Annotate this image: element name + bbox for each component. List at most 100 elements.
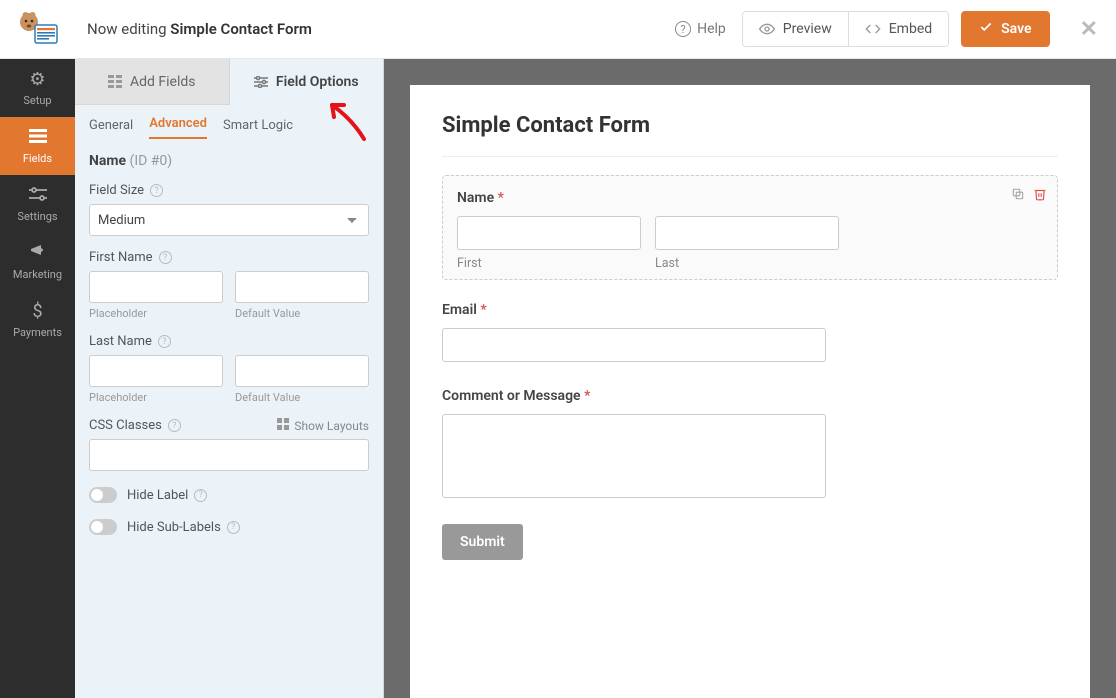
sublabel-placeholder: Placeholder bbox=[89, 307, 223, 320]
left-nav: ⚙ Setup Fields Settings Marketing $ Paym… bbox=[0, 59, 75, 698]
hide-label-row: Hide Label ? bbox=[89, 487, 369, 503]
layouts-icon bbox=[277, 418, 289, 433]
label-field-size-text: Field Size bbox=[89, 183, 144, 198]
help-icon[interactable]: ? bbox=[168, 419, 181, 432]
field-header-name: Name bbox=[89, 153, 126, 169]
code-icon bbox=[865, 21, 881, 37]
hide-sublabels-row: Hide Sub-Labels ? bbox=[89, 519, 369, 535]
show-layouts-link[interactable]: Show Layouts bbox=[277, 418, 369, 433]
nav-setup[interactable]: ⚙ Setup bbox=[0, 59, 75, 117]
submit-button[interactable]: Submit bbox=[442, 524, 523, 560]
label-first-name: First Name ? bbox=[89, 250, 369, 265]
help-icon[interactable]: ? bbox=[159, 251, 172, 264]
last-name-default-input[interactable] bbox=[235, 355, 369, 387]
comment-field-label: Comment or Message * bbox=[442, 388, 1058, 404]
form-title: Simple Contact Form bbox=[442, 113, 1058, 157]
comment-preview-textarea[interactable] bbox=[442, 414, 826, 498]
first-name-placeholder-input[interactable] bbox=[89, 271, 223, 303]
label-css-classes: CSS Classes ? bbox=[89, 418, 181, 433]
last-sublabel: Last bbox=[655, 256, 839, 271]
save-button[interactable]: Save bbox=[961, 11, 1049, 47]
gear-icon: ⚙ bbox=[29, 69, 45, 90]
check-icon bbox=[979, 20, 993, 38]
save-label: Save bbox=[1001, 21, 1031, 37]
last-name-preview-input[interactable] bbox=[655, 216, 839, 250]
subtab-general[interactable]: General bbox=[89, 118, 133, 139]
field-size-select[interactable]: Medium bbox=[89, 204, 369, 236]
first-sublabel: First bbox=[457, 256, 641, 271]
label-field-size: Field Size ? bbox=[89, 183, 369, 198]
preview-button[interactable]: Preview bbox=[743, 12, 848, 46]
top-bar: Now editing Simple Contact Form ? Help P… bbox=[0, 0, 1116, 59]
sublabel-default: Default Value bbox=[235, 307, 369, 320]
email-field-label: Email * bbox=[442, 302, 1058, 318]
last-name-pair: Placeholder Default Value bbox=[89, 355, 369, 404]
show-layouts-label: Show Layouts bbox=[294, 419, 369, 433]
dollar-icon: $ bbox=[32, 301, 42, 322]
nav-marketing-label: Marketing bbox=[13, 268, 62, 281]
field-header: Name (ID #0) bbox=[89, 153, 369, 169]
list-icon bbox=[29, 127, 47, 148]
label-last-name-text: Last Name bbox=[89, 334, 152, 349]
help-icon[interactable]: ? bbox=[158, 335, 171, 348]
tab-field-options[interactable]: Field Options bbox=[230, 59, 384, 105]
header-button-group: Preview Embed bbox=[742, 11, 949, 47]
email-preview-input[interactable] bbox=[442, 328, 826, 362]
comment-field[interactable]: Comment or Message * bbox=[442, 388, 1058, 498]
nav-payments-label: Payments bbox=[13, 326, 62, 339]
first-name-default-input[interactable] bbox=[235, 271, 369, 303]
help-icon[interactable]: ? bbox=[194, 489, 207, 502]
app-logo bbox=[0, 11, 75, 47]
help-icon[interactable]: ? bbox=[150, 184, 163, 197]
nav-fields[interactable]: Fields bbox=[0, 117, 75, 175]
name-field-label: Name * bbox=[457, 190, 1043, 206]
hide-label-toggle[interactable] bbox=[89, 487, 117, 503]
label-first-name-text: First Name bbox=[89, 250, 153, 265]
form-name: Simple Contact Form bbox=[170, 20, 312, 38]
nav-settings[interactable]: Settings bbox=[0, 175, 75, 233]
help-label: Help bbox=[697, 21, 726, 37]
preview-label: Preview bbox=[783, 21, 832, 37]
form-preview-card: Simple Contact Form Name * First Last bbox=[410, 85, 1090, 698]
now-editing-prefix: Now editing bbox=[87, 20, 170, 38]
sub-tabs: General Advanced Smart Logic bbox=[75, 105, 383, 139]
panel-body: Name (ID #0) Field Size ? Medium First N… bbox=[75, 139, 383, 549]
nav-marketing[interactable]: Marketing bbox=[0, 233, 75, 291]
tab-add-fields[interactable]: Add Fields bbox=[75, 59, 230, 105]
name-inputs: First Last bbox=[457, 216, 1043, 271]
sublabel-default: Default Value bbox=[235, 391, 369, 404]
last-name-placeholder-input[interactable] bbox=[89, 355, 223, 387]
first-name-preview-input[interactable] bbox=[457, 216, 641, 250]
nav-fields-label: Fields bbox=[23, 152, 52, 165]
subtab-advanced[interactable]: Advanced bbox=[149, 116, 207, 139]
hide-sublabels-text: Hide Sub-Labels bbox=[127, 520, 221, 535]
sliders-icon bbox=[254, 76, 268, 88]
embed-button[interactable]: Embed bbox=[848, 12, 948, 46]
delete-icon[interactable] bbox=[1033, 186, 1047, 205]
duplicate-icon[interactable] bbox=[1011, 186, 1025, 205]
required-asterisk: * bbox=[498, 190, 504, 206]
hide-label-text: Hide Label bbox=[127, 488, 188, 503]
name-field-wrap[interactable]: Name * First Last bbox=[442, 175, 1058, 280]
field-header-id: (ID #0) bbox=[126, 153, 172, 169]
label-css-classes-text: CSS Classes bbox=[89, 418, 162, 433]
hide-sublabels-toggle[interactable] bbox=[89, 519, 117, 535]
sublabel-placeholder: Placeholder bbox=[89, 391, 223, 404]
first-name-pair: Placeholder Default Value bbox=[89, 271, 369, 320]
close-button[interactable]: ✕ bbox=[1080, 17, 1098, 42]
eye-icon bbox=[759, 21, 775, 37]
nav-payments[interactable]: $ Payments bbox=[0, 291, 75, 349]
subtab-smartlogic[interactable]: Smart Logic bbox=[223, 118, 293, 139]
label-last-name: Last Name ? bbox=[89, 334, 369, 349]
email-field[interactable]: Email * bbox=[442, 302, 1058, 362]
preview-canvas: Simple Contact Form Name * First Last bbox=[384, 59, 1116, 698]
grid-icon bbox=[108, 75, 122, 89]
sliders-icon bbox=[29, 185, 47, 206]
embed-label: Embed bbox=[889, 21, 932, 37]
nav-setup-label: Setup bbox=[23, 94, 51, 107]
tab-add-fields-label: Add Fields bbox=[130, 74, 196, 90]
css-classes-input[interactable] bbox=[89, 439, 369, 471]
required-asterisk: * bbox=[480, 302, 486, 318]
help-icon[interactable]: ? bbox=[227, 521, 240, 534]
help-link[interactable]: ? Help bbox=[675, 21, 726, 37]
